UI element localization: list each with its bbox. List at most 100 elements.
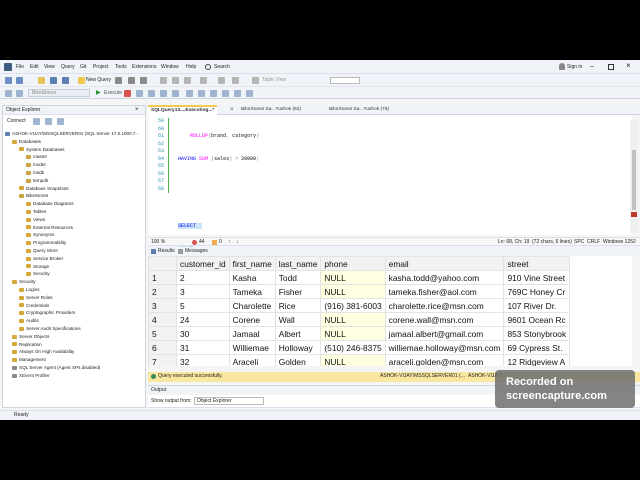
tab-bikestores-75[interactable]: BikeStores Sa...Yushok (75) (326, 105, 392, 115)
debug-icon[interactable] (218, 77, 225, 84)
forward-icon[interactable] (16, 77, 23, 84)
row-number[interactable]: 5 (148, 326, 177, 341)
tree-node[interactable]: XEvent Profiler (12, 372, 50, 379)
editor-scroll-thumb[interactable] (632, 150, 636, 210)
indent-icon[interactable] (234, 90, 241, 97)
table-cell[interactable]: corene.wall@msn.com (384, 312, 505, 327)
tree-node[interactable]: External Resources (26, 224, 73, 231)
solution-config-select[interactable] (330, 77, 360, 84)
tree-node[interactable]: Replication (12, 341, 42, 348)
parse-icon[interactable] (136, 90, 143, 97)
tree-node[interactable]: Databases (12, 138, 41, 145)
tab-bikestores-82[interactable]: BikeStores Sa...Yushok (82) (238, 105, 304, 115)
table-cell[interactable]: williemae.holloway@msn.com (384, 340, 505, 355)
error-count[interactable]: 44 (199, 240, 205, 245)
tree-node[interactable]: Service Broker (26, 255, 63, 262)
maximize-icon[interactable] (608, 64, 614, 70)
table-cell[interactable]: 853 Stonybrook (503, 326, 571, 341)
tree-node[interactable]: msdb (26, 169, 44, 176)
refresh-icon[interactable] (57, 118, 64, 125)
menu-query[interactable]: Query (61, 64, 75, 70)
next-issue-icon[interactable]: ↓ (236, 240, 239, 245)
table-view-icon[interactable] (252, 77, 259, 84)
change-connection-icon[interactable] (16, 90, 23, 97)
table-cell[interactable]: 3 (176, 284, 230, 299)
column-header[interactable]: street (503, 256, 571, 271)
menu-git[interactable]: Git (80, 64, 86, 70)
table-cell[interactable]: 31 (176, 340, 230, 355)
tab-close-icon[interactable]: × (230, 107, 234, 113)
sign-in-link[interactable]: Sign in (567, 64, 582, 70)
table-cell[interactable]: Williemae (228, 340, 276, 355)
tab-sqlquery13[interactable]: SQLQuery13....Executing...* (148, 105, 218, 115)
comment-icon[interactable] (210, 90, 217, 97)
tree-node[interactable]: model (26, 161, 46, 168)
find-icon[interactable] (200, 77, 207, 84)
copy-icon[interactable] (172, 77, 179, 84)
save-all-icon[interactable] (62, 77, 69, 84)
table-cell[interactable]: Fisher (274, 284, 322, 299)
menu-edit[interactable]: Edit (30, 64, 39, 70)
tree-node[interactable]: Tables (26, 208, 46, 215)
tree-node[interactable]: Logins (19, 286, 40, 293)
intellisense-icon[interactable] (172, 90, 179, 97)
table-cell[interactable]: araceli.golden@msn.com (384, 354, 505, 366)
table-cell[interactable]: charolette.rice@msn.com (384, 298, 505, 313)
table-cell[interactable]: NULL (320, 284, 386, 299)
column-header[interactable]: last_name (274, 256, 322, 271)
tree-node[interactable]: Views (26, 216, 45, 223)
table-cell[interactable]: NULL (320, 270, 386, 285)
tree-node[interactable]: Database Diagrams (26, 200, 74, 207)
menu-project[interactable]: Project (93, 64, 109, 70)
db-engine-query-icon[interactable] (115, 77, 122, 84)
back-icon[interactable] (5, 77, 12, 84)
connect-button[interactable]: Connect (7, 119, 26, 124)
tree-node[interactable]: master (26, 153, 47, 160)
sql-editor[interactable]: 59 60 61 62 63 64 65 66 67 68 ROLLUP(bra… (148, 115, 632, 342)
connect-icon[interactable] (5, 90, 12, 97)
warning-count[interactable]: 0 (219, 240, 222, 245)
cancel-query-icon[interactable] (124, 90, 131, 97)
close-panel-icon[interactable]: × (135, 107, 139, 113)
table-cell[interactable]: Jamaal (228, 326, 276, 341)
table-cell[interactable]: kasha.todd@yahoo.com (384, 270, 505, 285)
tree-node[interactable]: Server Roles (19, 294, 53, 301)
tree-node[interactable]: Always On High Availability (12, 348, 74, 355)
paste-icon[interactable] (184, 77, 191, 84)
row-number[interactable]: 3 (148, 298, 177, 313)
uncomment-icon[interactable] (222, 90, 229, 97)
results-to-text-icon[interactable] (198, 90, 205, 97)
corner-cell[interactable] (148, 256, 177, 271)
tree-node[interactable]: Credentials (19, 302, 49, 309)
new-query-icon[interactable] (78, 77, 85, 84)
tree-node[interactable]: tempdb (26, 177, 48, 184)
table-cell[interactable]: Kasha (228, 270, 276, 285)
table-cell[interactable]: 107 River Dr. (503, 298, 571, 313)
menu-extensions[interactable]: Extensions (132, 64, 156, 70)
column-header[interactable]: customer_id (176, 256, 230, 271)
table-row[interactable]: 3 5 Charolette Rice (916) 381-6003 charolette… (148, 298, 571, 313)
table-row[interactable]: 4 24 Corene Wall NULL corene.wall@msn.com 9601… (148, 312, 571, 327)
results-grid[interactable]: customer_id first_name last_name phone e… (148, 256, 632, 366)
table-cell[interactable]: 910 Vine Street (503, 270, 571, 285)
column-header[interactable]: first_name (228, 256, 276, 271)
table-cell[interactable]: Albert (274, 326, 322, 341)
undo-icon[interactable] (128, 77, 135, 84)
new-query-button[interactable]: New Query (86, 78, 111, 83)
tree-node[interactable]: SQL Server Agent (Agent XPs disabled) (12, 364, 100, 371)
table-cell[interactable]: Corene (228, 312, 276, 327)
tree-node[interactable]: BikeStores (19, 192, 48, 199)
menu-help[interactable]: Help (186, 64, 196, 70)
tree-node[interactable]: Server Objects (12, 333, 49, 340)
table-cell[interactable]: 5 (176, 298, 230, 313)
table-view-label[interactable]: Table View (262, 78, 286, 83)
table-cell[interactable]: 2 (176, 270, 230, 285)
properties-icon[interactable] (232, 77, 239, 84)
tree-node[interactable]: ASHOK-VIJAY\MSSQLSERVER01 (SQL Server 17… (5, 130, 138, 137)
filter-icon[interactable] (45, 118, 52, 125)
table-cell[interactable]: NULL (320, 326, 386, 341)
tree-node[interactable]: Server Audit Specifications (19, 325, 81, 332)
zoom-level[interactable]: 100 % (151, 240, 165, 245)
table-cell[interactable]: Golden (274, 354, 322, 366)
table-cell[interactable]: NULL (320, 312, 386, 327)
